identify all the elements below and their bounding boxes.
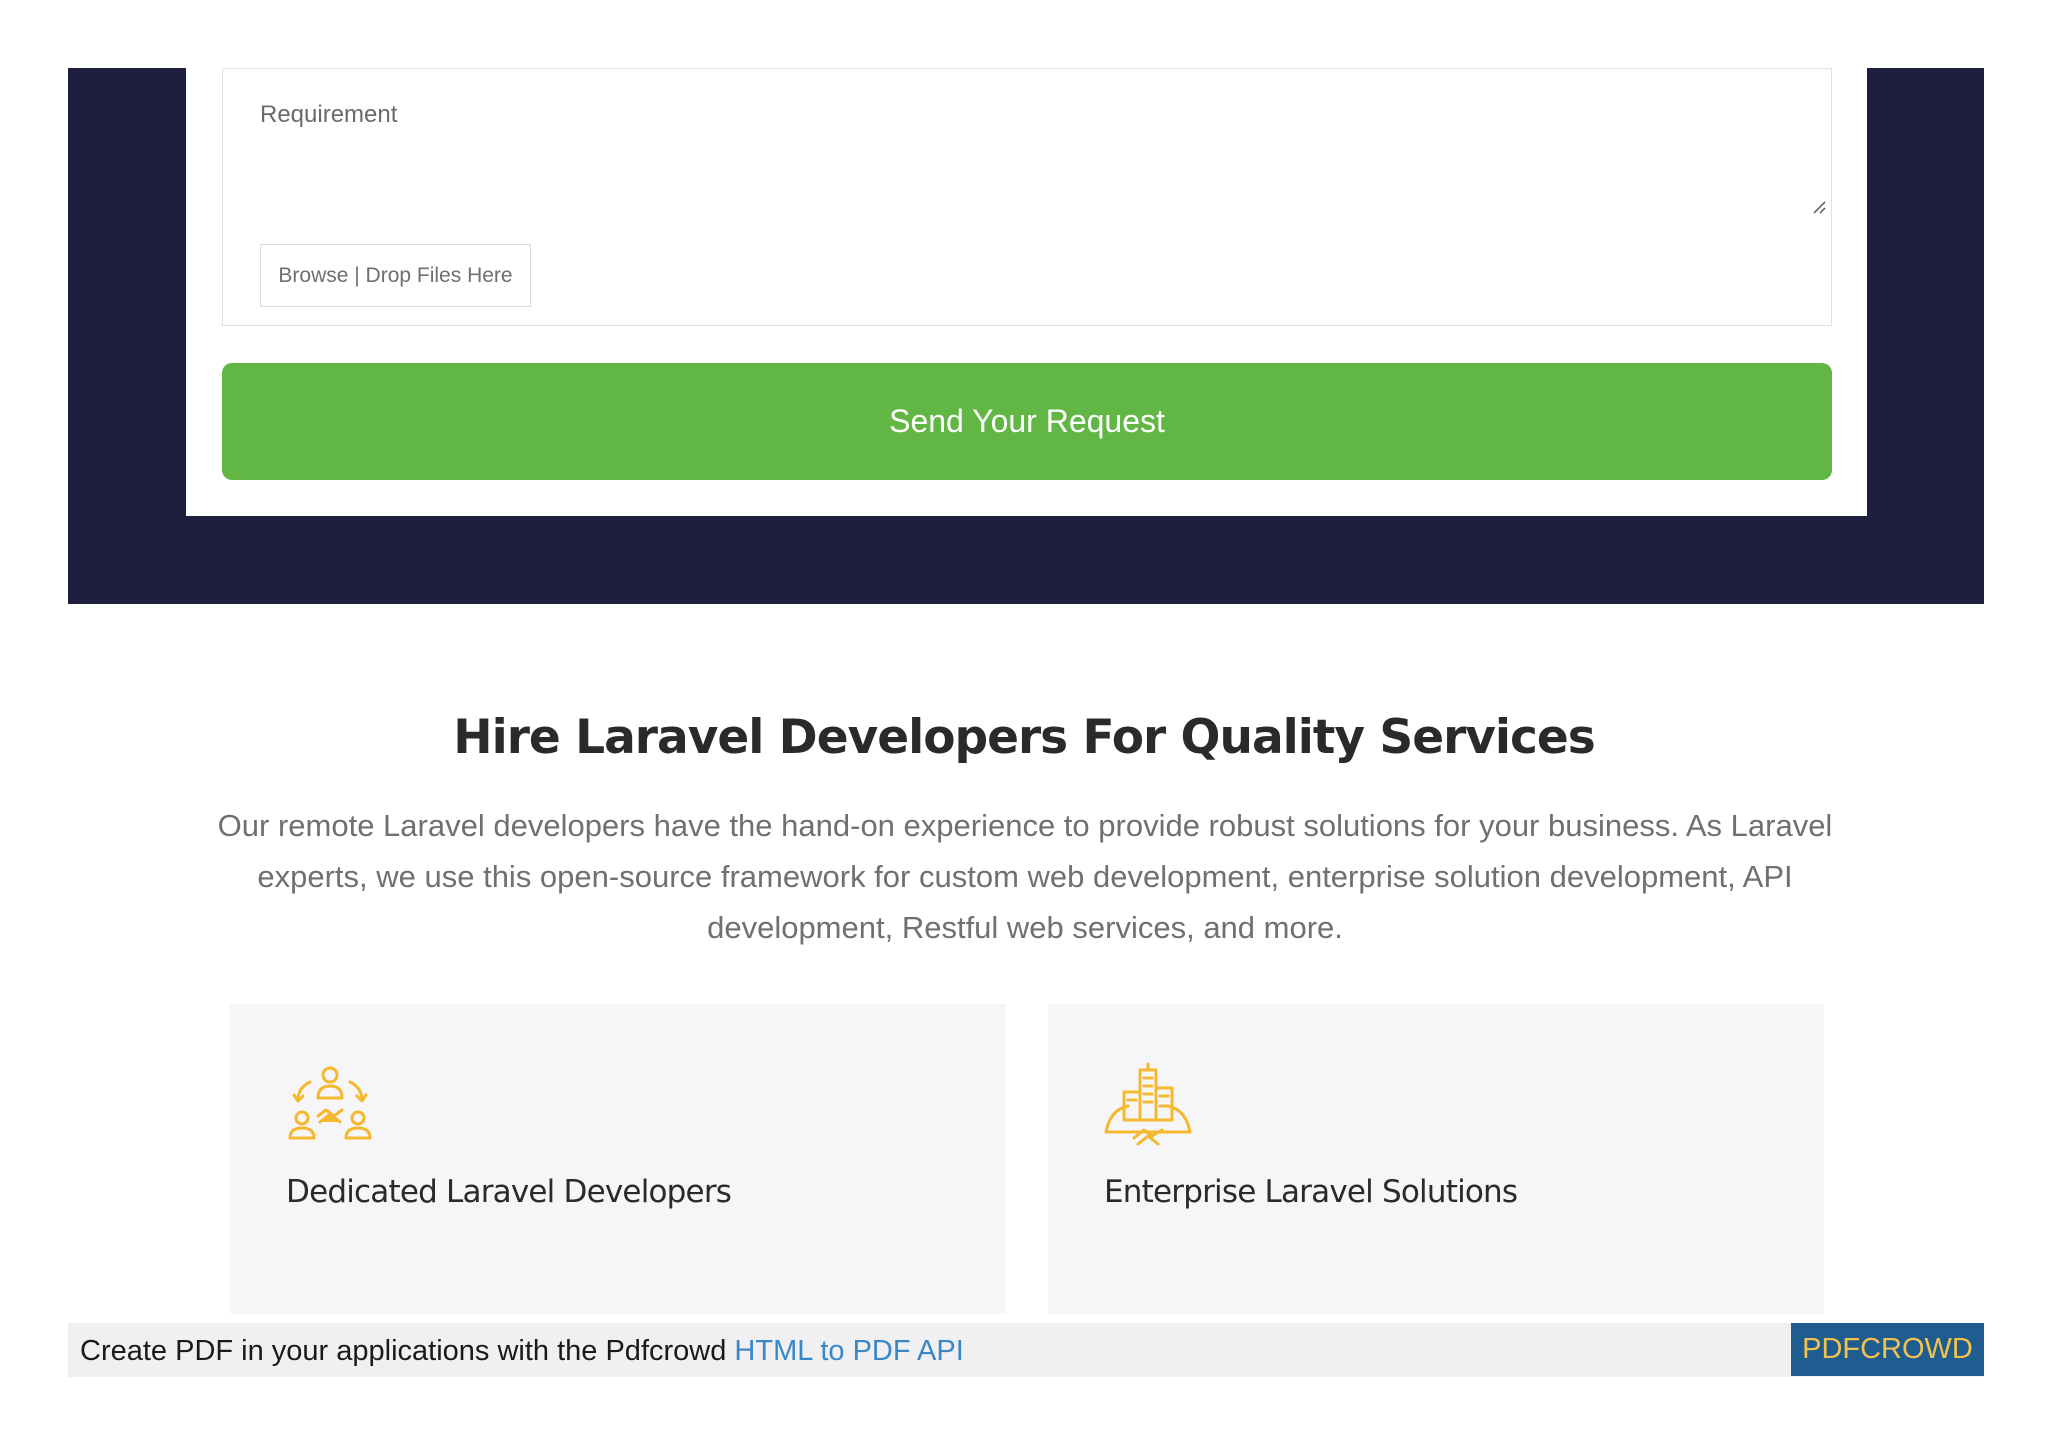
pdfcrowd-banner-message: Create PDF in your applications with the… <box>80 1335 735 1367</box>
requirement-textarea[interactable]: Requirement Browse | Drop Files Here <box>222 68 1832 326</box>
service-card-enterprise[interactable]: Enterprise Laravel Solutions <box>1048 1004 1824 1314</box>
pdfcrowd-brand-button[interactable]: PDFCROWD <box>1791 1323 1984 1376</box>
requirement-placeholder: Requirement <box>260 101 398 128</box>
pdfcrowd-banner: Create PDF in your applications with the… <box>68 1323 1984 1377</box>
resize-handle-icon[interactable] <box>1811 199 1827 215</box>
page: Requirement Browse | Drop Files Here Sen… <box>0 0 2048 1450</box>
section-title: Hire Laravel Developers For Quality Serv… <box>453 710 1595 765</box>
html-to-pdf-api-link[interactable]: HTML to PDF API <box>734 1335 963 1367</box>
service-card-dedicated[interactable]: Dedicated Laravel Developers <box>230 1004 1006 1314</box>
enterprise-building-icon <box>1104 1062 1192 1146</box>
pdfcrowd-banner-text: Create PDF in your applications with the… <box>80 1335 964 1368</box>
send-request-button[interactable]: Send Your Request <box>222 363 1832 480</box>
card-title: Enterprise Laravel Solutions <box>1104 1174 1518 1210</box>
file-upload-button[interactable]: Browse | Drop Files Here <box>260 244 531 307</box>
card-title: Dedicated Laravel Developers <box>286 1174 732 1210</box>
section-description: Our remote Laravel developers have the h… <box>217 808 1833 945</box>
team-collaboration-icon <box>288 1066 372 1140</box>
